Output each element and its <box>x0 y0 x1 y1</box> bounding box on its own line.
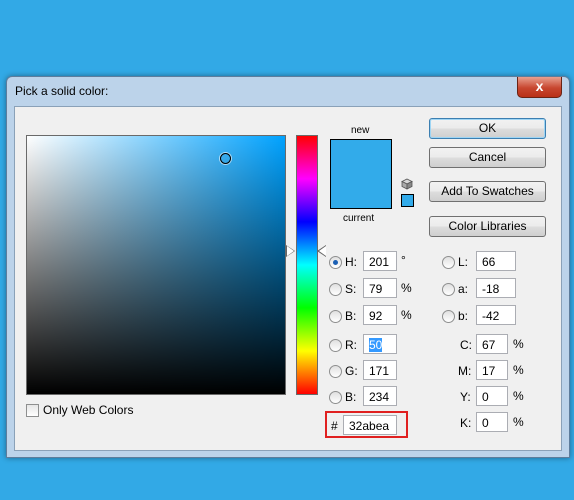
lab-a-label: a: <box>458 282 469 296</box>
dialog-body: Only Web Colors new current OK Cancel Ad… <box>14 106 562 451</box>
magenta-input[interactable]: 17 <box>476 360 508 380</box>
hue-label: H: <box>345 255 357 269</box>
red-input-selected-text: 50 <box>369 338 383 352</box>
black-input[interactable]: 0 <box>476 412 508 432</box>
lab-l-radio[interactable] <box>442 256 455 269</box>
cyan-label: C: <box>460 338 472 352</box>
brightness-label: B: <box>345 309 357 323</box>
saturation-unit: % <box>401 281 412 295</box>
title-bar[interactable]: Pick a solid color: x <box>7 77 569 105</box>
brightness-unit: % <box>401 308 412 322</box>
web-safe-color-swatch[interactable] <box>401 194 414 207</box>
cyan-input[interactable]: 67 <box>476 334 508 354</box>
green-label: G: <box>345 364 358 378</box>
yellow-label: Y: <box>460 390 471 404</box>
saturation-label: S: <box>345 282 357 296</box>
hue-slider-right-arrow-icon <box>319 246 326 256</box>
cyan-unit: % <box>513 337 524 351</box>
hue-radio[interactable] <box>329 256 342 269</box>
blue-label: B: <box>345 390 357 404</box>
black-unit: % <box>513 415 524 429</box>
lab-b-radio[interactable] <box>442 310 455 323</box>
lab-a-radio[interactable] <box>442 283 455 296</box>
lab-b-input[interactable]: -42 <box>476 305 516 325</box>
only-web-colors-label: Only Web Colors <box>43 403 134 417</box>
hue-slider-left-arrow-icon <box>287 246 294 256</box>
lab-l-input[interactable]: 66 <box>476 251 516 271</box>
brightness-radio[interactable] <box>329 310 342 323</box>
saturation-radio[interactable] <box>329 283 342 296</box>
hue-input[interactable]: 201 <box>363 251 397 271</box>
red-input[interactable]: 50 <box>363 334 397 354</box>
hue-slider[interactable] <box>296 135 318 395</box>
green-radio[interactable] <box>329 365 342 378</box>
color-picker-dialog: Pick a solid color: x Only Web Colors ne… <box>6 76 570 458</box>
yellow-input[interactable]: 0 <box>476 386 508 406</box>
only-web-colors-checkbox[interactable] <box>26 403 39 417</box>
current-color-swatch[interactable] <box>331 174 391 208</box>
magenta-label: M: <box>458 364 472 378</box>
red-radio[interactable] <box>329 339 342 352</box>
hue-unit: ° <box>401 253 406 267</box>
color-field[interactable] <box>26 135 286 395</box>
blue-radio[interactable] <box>329 391 342 404</box>
ok-button[interactable]: OK <box>429 118 546 139</box>
add-to-swatches-button[interactable]: Add To Swatches <box>429 181 546 202</box>
lab-b-label: b: <box>458 309 469 323</box>
magenta-unit: % <box>513 363 524 377</box>
cancel-button[interactable]: Cancel <box>429 147 546 168</box>
new-color-swatch <box>331 140 391 174</box>
current-color-label: current <box>343 213 375 224</box>
color-field-picker-circle[interactable] <box>220 153 231 164</box>
black-label: K: <box>460 416 472 430</box>
green-input[interactable]: 171 <box>363 360 397 380</box>
red-label: R: <box>345 338 357 352</box>
lab-a-input[interactable]: -18 <box>476 278 516 298</box>
dialog-title: Pick a solid color: <box>15 84 109 98</box>
brightness-input[interactable]: 92 <box>363 305 397 325</box>
hex-input[interactable]: 32abea <box>343 415 397 435</box>
new-color-label: new <box>351 125 370 136</box>
yellow-unit: % <box>513 389 524 403</box>
saturation-input[interactable]: 79 <box>363 278 397 298</box>
color-libraries-button[interactable]: Color Libraries <box>429 216 546 237</box>
blue-input[interactable]: 234 <box>363 386 397 406</box>
lab-l-label: L: <box>458 255 469 269</box>
out-of-gamut-cube-icon[interactable] <box>401 178 413 190</box>
color-preview-swatch <box>330 139 392 209</box>
only-web-colors-option[interactable]: Only Web Colors <box>26 403 133 417</box>
hex-prefix: # <box>331 419 338 433</box>
close-button[interactable]: x <box>517 77 562 98</box>
